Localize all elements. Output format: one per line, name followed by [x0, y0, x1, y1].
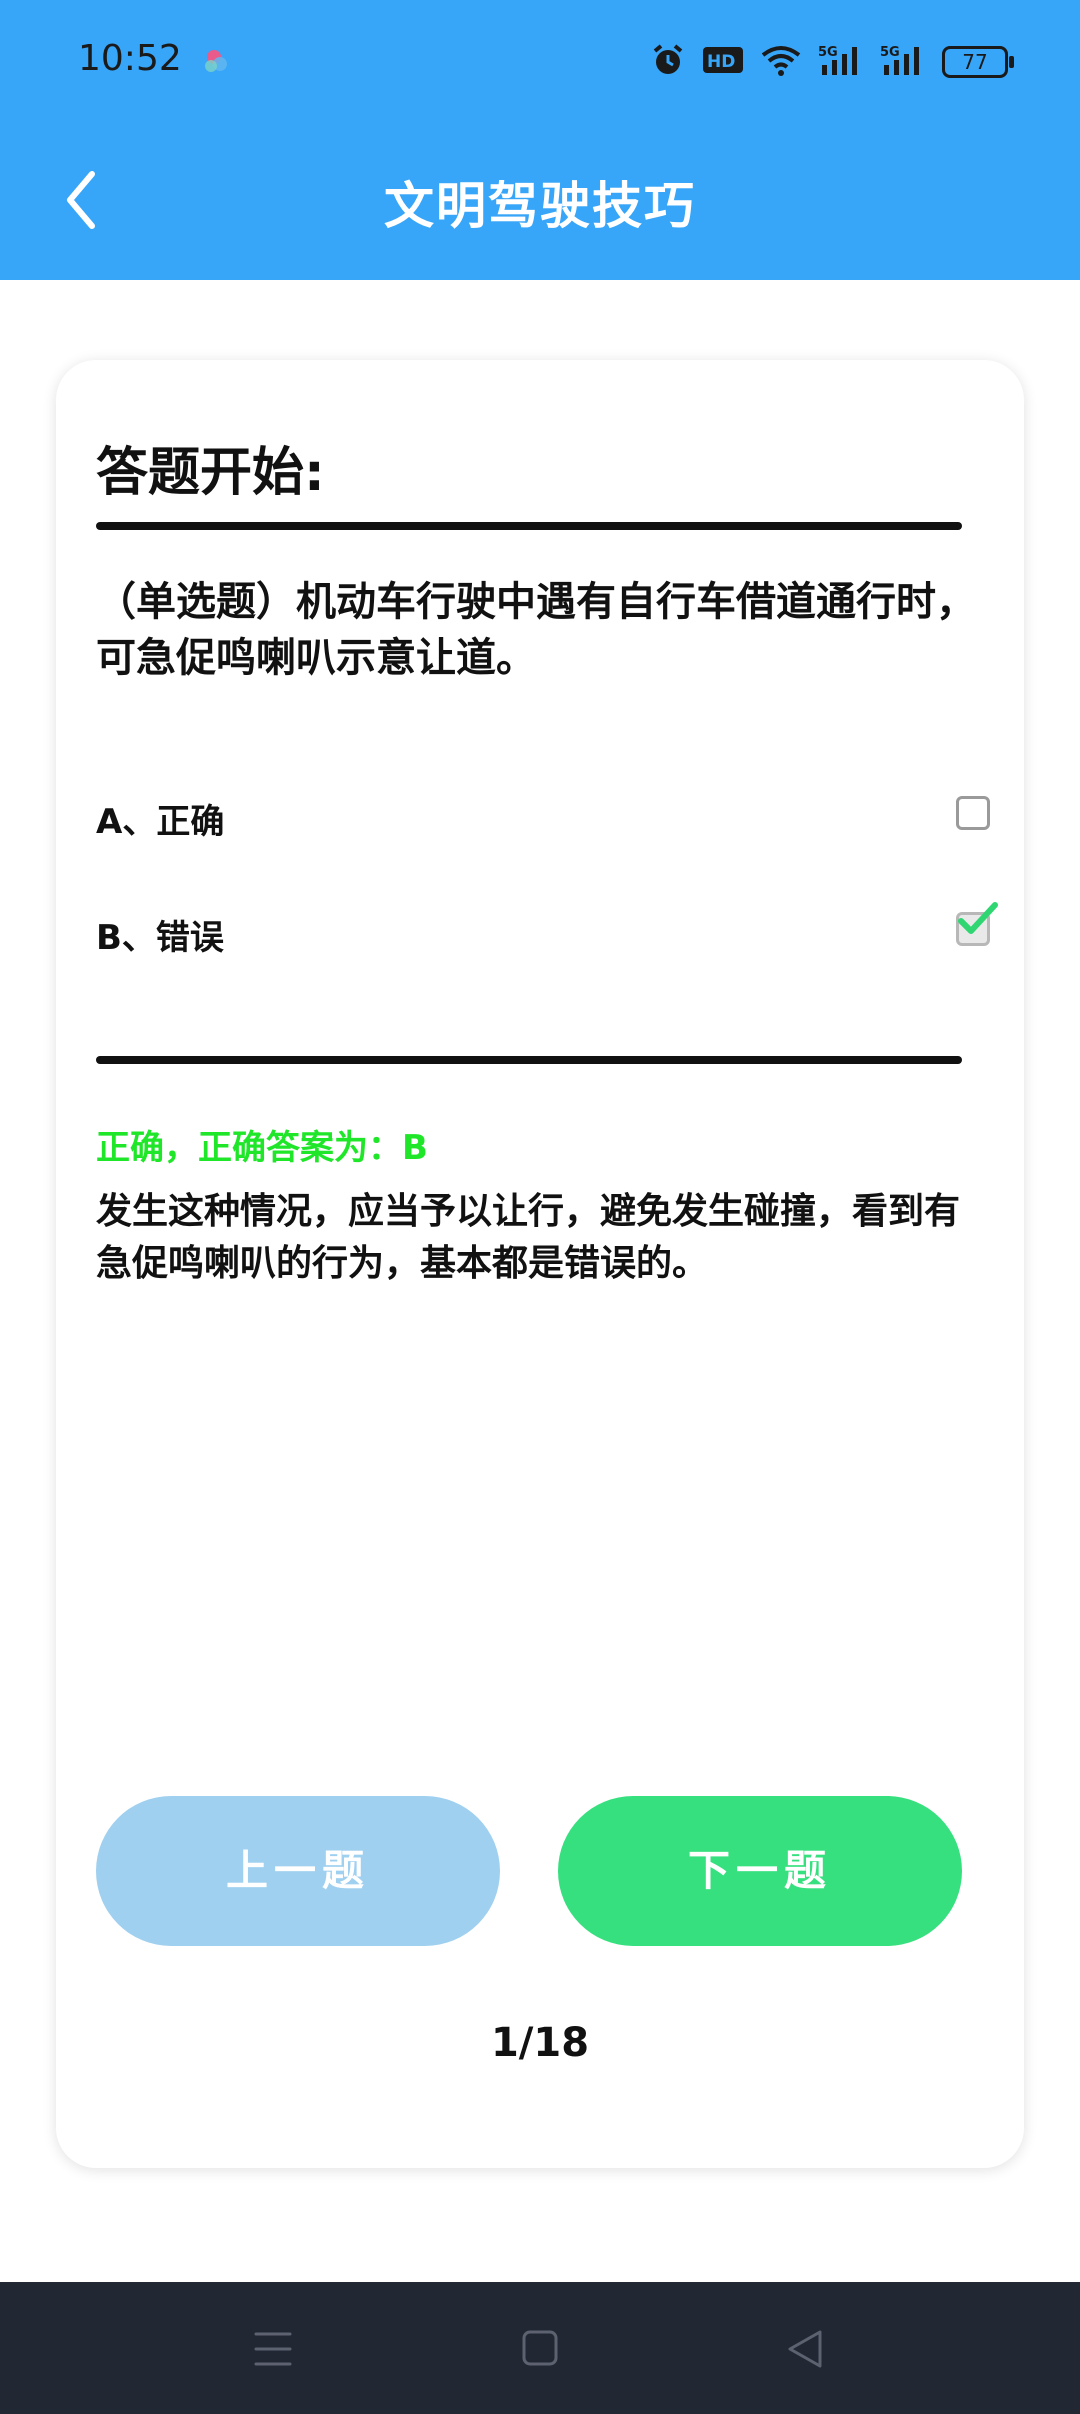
title-bar: 文明驾驶技巧	[0, 130, 1080, 280]
home-button[interactable]	[510, 2322, 570, 2376]
page-title: 文明驾驶技巧	[384, 177, 696, 235]
back-triangle-icon	[788, 2330, 822, 2368]
home-square-icon	[522, 2330, 558, 2366]
option-a-label: A、正确	[96, 802, 225, 842]
recent-apps-button[interactable]	[244, 2322, 304, 2376]
option-b[interactable]: B、错误	[96, 896, 998, 966]
alarm-icon	[650, 42, 686, 82]
option-a-checkbox[interactable]	[956, 796, 990, 830]
battery-icon: 77	[942, 46, 1014, 78]
signal-5g-icon: 5G	[818, 43, 864, 81]
svg-text:HD: HD	[707, 52, 735, 72]
explanation-text: 发生这种情况，应当予以让行，避免发生碰撞，看到有急促鸣喇叭的行为，基本都是错误的…	[96, 1191, 961, 1284]
checkmark-icon	[958, 902, 998, 934]
next-question-button[interactable]: 下一题	[558, 1796, 962, 1946]
menu-icon	[254, 2332, 292, 2366]
option-b-checkbox[interactable]	[956, 902, 998, 946]
option-b-label: B、错误	[96, 918, 224, 958]
signal-5g-icon-2: 5G	[880, 43, 926, 81]
quiz-card: 答题开始: （单选题）机动车行驶中遇有自行车借道通行时，可急促鸣喇叭示意让道。 …	[56, 360, 1024, 2168]
wifi-icon	[760, 43, 802, 81]
svg-text:5G: 5G	[880, 45, 900, 60]
option-a[interactable]: A、正确	[96, 780, 990, 850]
result-text: 正确，正确答案为：B	[96, 1128, 428, 1168]
question-text: （单选题）机动车行驶中遇有自行车借道通行时，可急促鸣喇叭示意让道。	[96, 579, 976, 681]
app-bar: 10:52 HD 5G 5G 77 文明驾驶技巧	[0, 0, 1080, 280]
divider-bottom	[96, 1056, 962, 1064]
divider-top	[96, 522, 962, 530]
status-icons: HD 5G 5G 77	[650, 42, 1014, 82]
quiz-heading: 答题开始:	[96, 443, 325, 503]
system-nav-bar	[0, 2282, 1080, 2414]
svg-text:5G: 5G	[818, 45, 838, 60]
status-time: 10:52	[78, 38, 182, 79]
page-counter: 1/18	[490, 2020, 590, 2066]
prev-question-button[interactable]: 上一题	[96, 1796, 500, 1946]
system-back-button[interactable]	[776, 2322, 836, 2376]
status-bar: 10:52 HD 5G 5G 77	[0, 0, 1080, 130]
app-notification-icon	[200, 44, 234, 82]
hd-icon: HD	[702, 45, 744, 79]
